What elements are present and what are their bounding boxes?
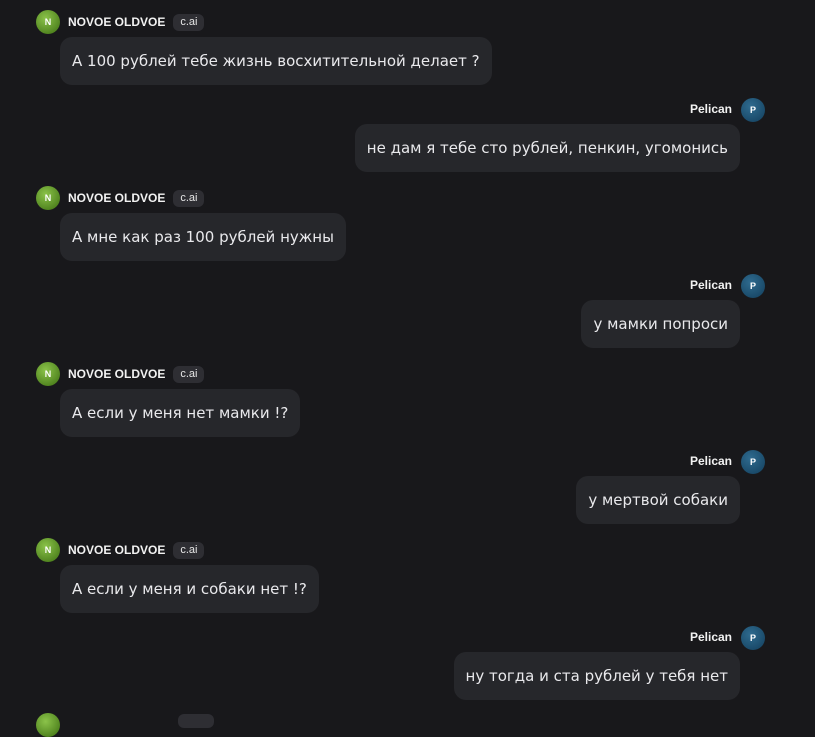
message-header: N NOVOE OLDVOE c.ai bbox=[36, 186, 346, 210]
message-ai: N NOVOE OLDVOE c.ai А если у меня и соба… bbox=[36, 538, 319, 613]
message-ai: N NOVOE OLDVOE c.ai А 100 рублей тебе жи… bbox=[36, 10, 492, 85]
cai-badge: c.ai bbox=[173, 365, 205, 383]
message-bubble: А 100 рублей тебе жизнь восхитительной д… bbox=[60, 37, 492, 85]
user-name: Pelican bbox=[689, 278, 732, 292]
user-avatar[interactable]: P bbox=[741, 626, 765, 650]
message-bubble: А если у меня и собаки нет !? bbox=[60, 565, 319, 613]
message-header: Pelican P bbox=[355, 98, 765, 122]
ai-name[interactable]: NOVOE OLDVOE bbox=[68, 15, 165, 29]
message-bubble: у мертвой собаки bbox=[576, 476, 740, 524]
cai-badge-partial bbox=[178, 714, 214, 728]
user-avatar[interactable]: P bbox=[741, 274, 765, 298]
message-bubble: не дам я тебе сто рублей, пенкин, угомон… bbox=[354, 124, 740, 172]
cai-badge: c.ai bbox=[173, 13, 205, 31]
ai-name[interactable]: NOVOE OLDVOE bbox=[68, 367, 165, 381]
ai-name[interactable]: NOVOE OLDVOE bbox=[68, 543, 165, 557]
message-header: Pelican P bbox=[581, 274, 765, 298]
message-header: Pelican P bbox=[454, 626, 765, 650]
user-avatar[interactable]: P bbox=[741, 450, 765, 474]
message-user: Pelican P у мертвой собаки bbox=[576, 450, 765, 524]
ai-avatar[interactable]: N bbox=[36, 538, 60, 562]
ai-avatar[interactable]: N bbox=[36, 362, 60, 386]
message-header: Pelican P bbox=[576, 450, 765, 474]
ai-name[interactable]: NOVOE OLDVOE bbox=[68, 191, 165, 205]
message-bubble: А если у меня нет мамки !? bbox=[60, 389, 301, 437]
message-user: Pelican P у мамки попроси bbox=[581, 274, 765, 348]
message-header: N NOVOE OLDVOE c.ai bbox=[36, 538, 319, 562]
message-user: Pelican P ну тогда и ста рублей у тебя н… bbox=[453, 626, 765, 700]
message-user: Pelican P не дам я тебе сто рублей, пенк… bbox=[354, 98, 765, 172]
user-name: Pelican bbox=[689, 454, 732, 468]
message-bubble: ну тогда и ста рублей у тебя нет bbox=[453, 652, 740, 700]
message-bubble: А мне как раз 100 рублей нужны bbox=[60, 213, 346, 261]
message-ai: N NOVOE OLDVOE c.ai А мне как раз 100 ру… bbox=[36, 186, 346, 261]
user-name: Pelican bbox=[689, 630, 732, 644]
user-name: Pelican bbox=[689, 102, 732, 116]
cai-badge: c.ai bbox=[173, 189, 205, 207]
message-bubble: у мамки попроси bbox=[581, 300, 740, 348]
ai-avatar[interactable]: N bbox=[36, 186, 60, 210]
message-header: N NOVOE OLDVOE c.ai bbox=[36, 362, 300, 386]
message-ai: N NOVOE OLDVOE c.ai А если у меня нет ма… bbox=[36, 362, 301, 437]
user-avatar[interactable]: P bbox=[741, 98, 765, 122]
ai-avatar[interactable]: N bbox=[36, 10, 60, 34]
cai-badge: c.ai bbox=[173, 541, 205, 559]
chat-area: N NOVOE OLDVOE c.ai А 100 рублей тебе жи… bbox=[0, 0, 815, 737]
message-header: N NOVOE OLDVOE c.ai bbox=[36, 10, 492, 34]
